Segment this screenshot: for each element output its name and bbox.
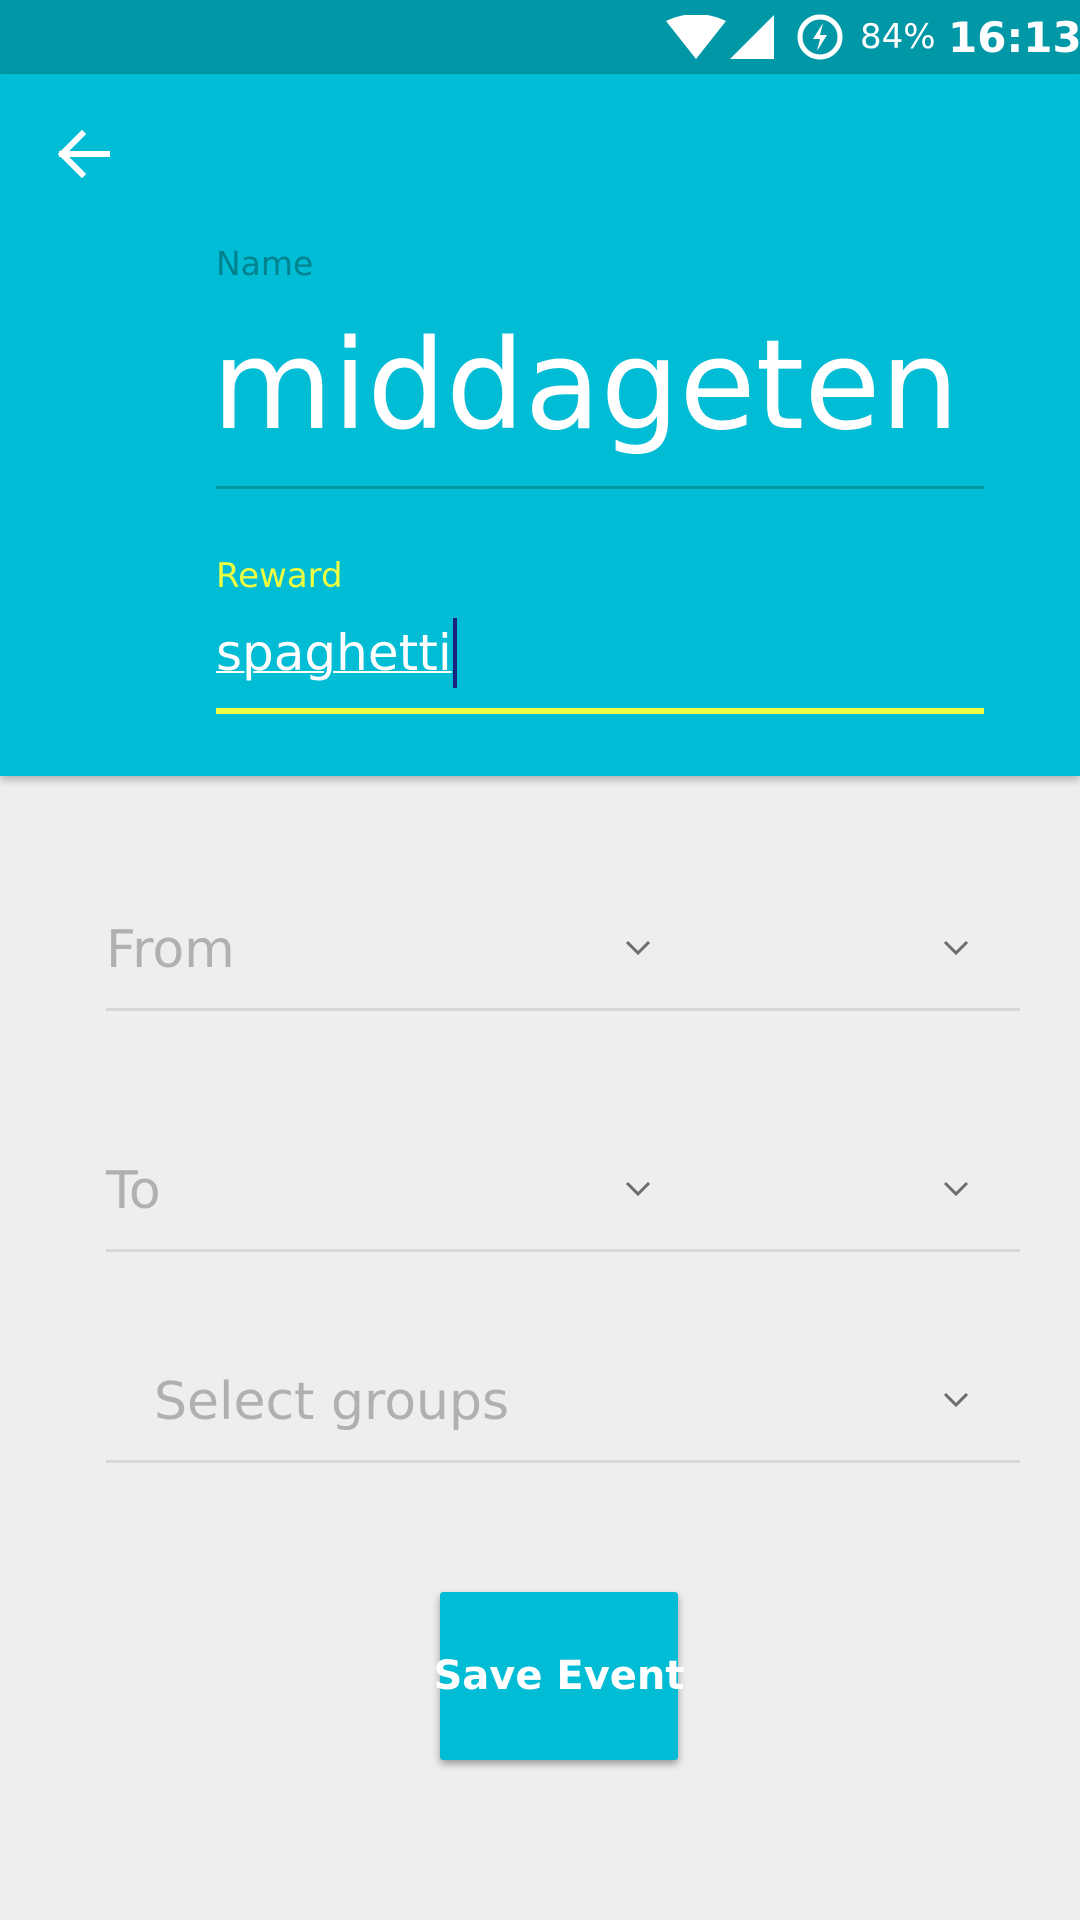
reward-label: Reward bbox=[216, 556, 343, 596]
to-field[interactable]: To bbox=[106, 1141, 1020, 1253]
from-label: From bbox=[106, 920, 235, 980]
from-time-dropdown[interactable] bbox=[936, 933, 976, 963]
chevron-down-icon bbox=[943, 1181, 969, 1197]
to-underline bbox=[106, 1249, 1020, 1252]
name-underline bbox=[216, 486, 984, 489]
to-date-dropdown[interactable] bbox=[618, 1174, 658, 1204]
name-input[interactable]: middageten bbox=[212, 318, 959, 455]
clock: 16:13 bbox=[948, 12, 1080, 62]
groups-placeholder: Select groups bbox=[154, 1372, 510, 1432]
to-label: To bbox=[106, 1161, 161, 1221]
chevron-down-icon bbox=[943, 1392, 969, 1408]
wifi-icon bbox=[666, 0, 726, 74]
groups-select[interactable]: Select groups bbox=[106, 1352, 1020, 1464]
cell-signal-icon bbox=[730, 0, 774, 74]
from-field[interactable]: From bbox=[106, 900, 1020, 1012]
battery-percent: 84% bbox=[860, 17, 936, 57]
back-button[interactable] bbox=[44, 116, 124, 196]
arrow-back-icon bbox=[57, 129, 111, 182]
chevron-down-icon bbox=[625, 1181, 651, 1197]
groups-underline bbox=[106, 1460, 1020, 1463]
battery-saver-icon bbox=[796, 0, 844, 74]
groups-dropdown[interactable] bbox=[936, 1385, 976, 1415]
from-date-dropdown[interactable] bbox=[618, 933, 658, 963]
chevron-down-icon bbox=[625, 940, 651, 956]
to-time-dropdown[interactable] bbox=[936, 1174, 976, 1204]
save-event-button[interactable]: Save Event bbox=[433, 1592, 685, 1760]
name-label: Name bbox=[216, 244, 314, 283]
reward-input[interactable]: spaghetti bbox=[216, 618, 457, 688]
status-bar: 84% 16:13 bbox=[0, 0, 1080, 74]
from-underline bbox=[106, 1008, 1020, 1011]
chevron-down-icon bbox=[943, 940, 969, 956]
reward-underline bbox=[216, 708, 984, 714]
